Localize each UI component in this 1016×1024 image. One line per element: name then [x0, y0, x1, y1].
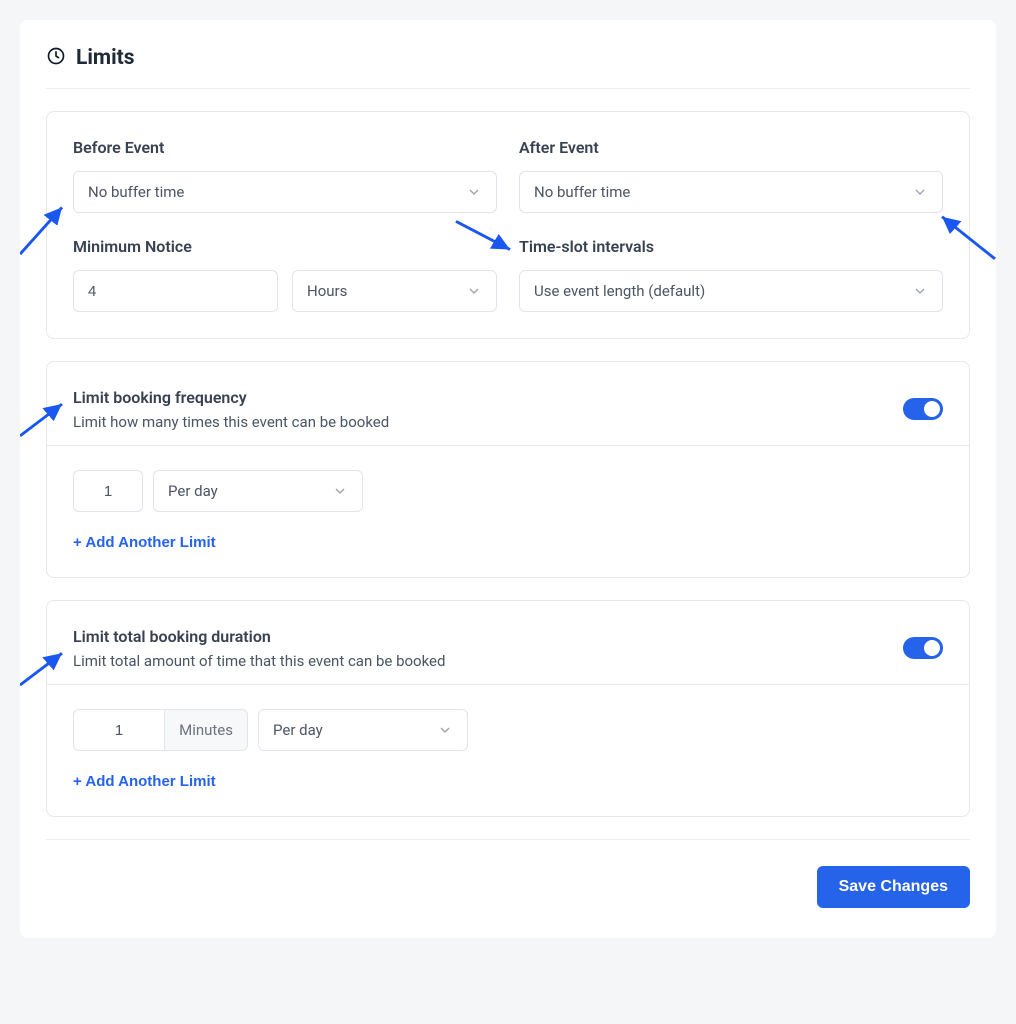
duration-add-another-button[interactable]: + Add Another Limit — [73, 773, 216, 790]
page-title: Limits — [76, 46, 135, 70]
footer: Save Changes — [46, 839, 970, 908]
clock-icon — [46, 46, 66, 70]
before-event-value: No buffer time — [88, 183, 184, 201]
chevron-down-icon — [466, 283, 482, 299]
duration-section: Limit total booking duration Limit total… — [46, 600, 970, 817]
frequency-period-select[interactable]: Per day — [153, 470, 363, 512]
chevron-down-icon — [912, 184, 928, 200]
frequency-section: Limit booking frequency Limit how many t… — [46, 361, 970, 578]
frequency-toggle[interactable] — [903, 398, 943, 420]
min-notice-label: Minimum Notice — [73, 237, 497, 256]
duration-toggle[interactable] — [903, 637, 943, 659]
after-event-select[interactable]: No buffer time — [519, 171, 943, 213]
duration-value-input[interactable] — [73, 709, 164, 751]
duration-unit-addon: Minutes — [164, 709, 248, 751]
frequency-title: Limit booking frequency — [73, 388, 389, 407]
after-event-label: After Event — [519, 138, 943, 157]
before-event-select[interactable]: No buffer time — [73, 171, 497, 213]
duration-title: Limit total booking duration — [73, 627, 445, 646]
frequency-count-input[interactable] — [73, 470, 143, 512]
page-header: Limits — [46, 46, 970, 89]
frequency-period-value: Per day — [168, 482, 218, 500]
min-notice-input[interactable] — [73, 270, 278, 312]
min-notice-unit-value: Hours — [307, 282, 347, 300]
chevron-down-icon — [332, 483, 348, 499]
interval-label: Time-slot intervals — [519, 237, 943, 256]
interval-value: Use event length (default) — [534, 282, 705, 300]
save-button[interactable]: Save Changes — [817, 866, 970, 908]
duration-desc: Limit total amount of time that this eve… — [73, 652, 445, 670]
chevron-down-icon — [912, 283, 928, 299]
duration-period-value: Per day — [273, 721, 323, 739]
before-event-label: Before Event — [73, 138, 497, 157]
duration-period-select[interactable]: Per day — [258, 709, 468, 751]
frequency-desc: Limit how many times this event can be b… — [73, 413, 389, 431]
buffer-section: Before Event No buffer time After Event … — [46, 111, 970, 339]
interval-select[interactable]: Use event length (default) — [519, 270, 943, 312]
frequency-add-another-button[interactable]: + Add Another Limit — [73, 534, 216, 551]
min-notice-unit-select[interactable]: Hours — [292, 270, 497, 312]
chevron-down-icon — [466, 184, 482, 200]
after-event-value: No buffer time — [534, 183, 630, 201]
chevron-down-icon — [437, 722, 453, 738]
